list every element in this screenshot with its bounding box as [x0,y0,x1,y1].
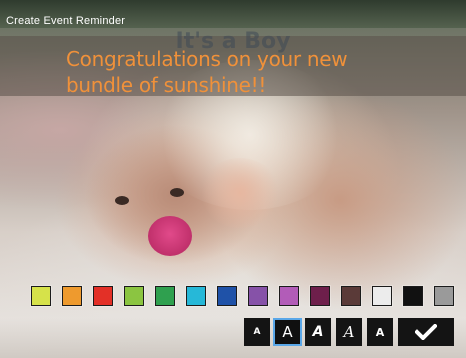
color-swatch-green[interactable] [155,286,175,306]
color-swatch-orange[interactable] [62,286,82,306]
font-regular-button[interactable]: A [273,318,302,346]
color-swatch-white[interactable] [372,286,392,306]
color-swatch-yellow-green[interactable] [31,286,51,306]
bottom-strip [0,318,466,358]
font-bold-button[interactable]: A [367,318,393,346]
color-swatch-light-green[interactable] [124,286,144,306]
font-script-glyph: A [343,323,355,341]
photo-eye-right [170,188,184,197]
confirm-button[interactable] [398,318,454,346]
font-bold-glyph: A [375,325,385,339]
photo-hand [200,158,280,228]
color-swatch-red[interactable] [93,286,113,306]
font-italic-button[interactable]: A [305,318,331,346]
color-swatch-maroon[interactable] [310,286,330,306]
color-swatch-purple[interactable] [248,286,268,306]
font-small-button[interactable]: A [244,318,270,346]
photo-eye-left [115,196,129,205]
card-message[interactable]: Congratulations on your new bundle of su… [66,46,416,98]
checkmark-icon [415,324,437,340]
font-script-button[interactable]: A [336,318,362,346]
event-reminder-screen: Create Event Reminder It's a Boy Congrat… [0,0,466,358]
color-swatch-brown[interactable] [341,286,361,306]
color-swatch-violet[interactable] [279,286,299,306]
color-swatch-gray[interactable] [434,286,454,306]
color-swatch-blue[interactable] [217,286,237,306]
font-regular-glyph: A [282,323,293,341]
photo-pacifier [148,216,192,256]
screen-title: Create Event Reminder [6,15,126,27]
font-italic-glyph: A [312,324,324,340]
font-small-glyph: A [253,327,261,337]
color-swatch-cyan[interactable] [186,286,206,306]
color-swatch-black[interactable] [403,286,423,306]
